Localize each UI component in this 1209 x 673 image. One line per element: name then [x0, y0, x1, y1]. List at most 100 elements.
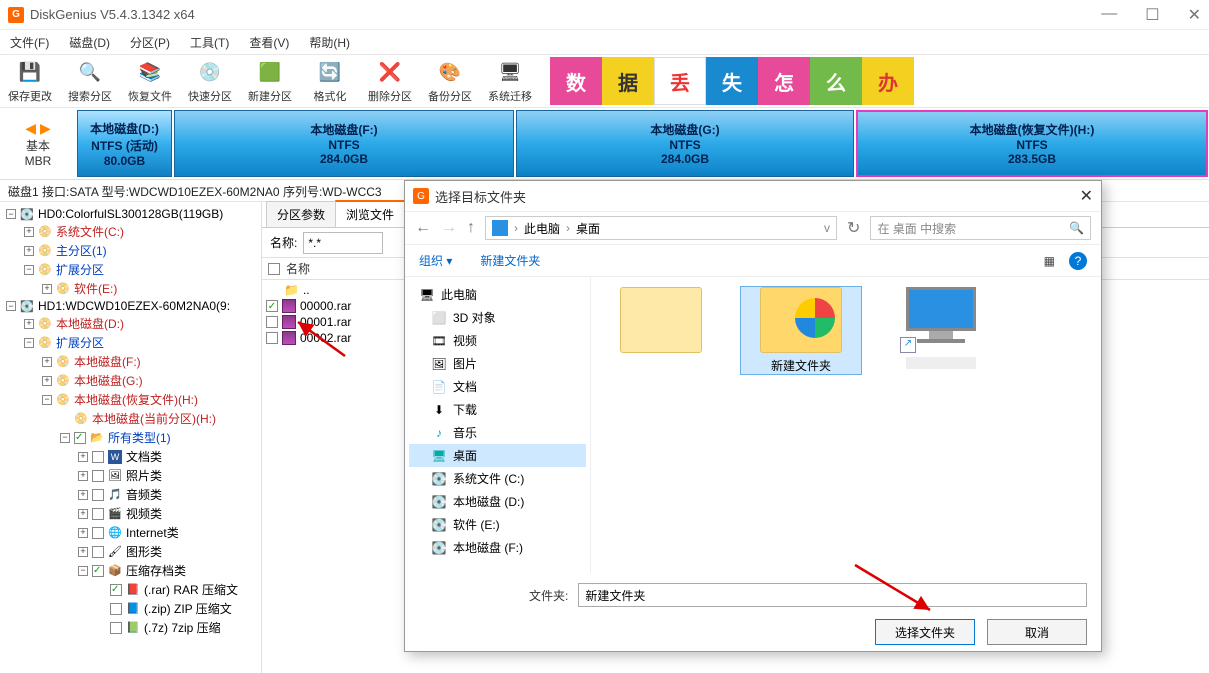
- partition-g[interactable]: 本地磁盘(G:) NTFS 284.0GB: [516, 110, 854, 177]
- desktop-item-3[interactable]: ↗: [881, 287, 1001, 369]
- expand-icon[interactable]: +: [42, 357, 52, 367]
- tree-7z[interactable]: 📗(.7z) 7zip 压缩: [2, 618, 259, 637]
- tree-ext-1[interactable]: −📀扩展分区: [2, 333, 259, 352]
- tree-pic[interactable]: +🖼照片类: [2, 466, 259, 485]
- organize-button[interactable]: 组织 ▾: [419, 252, 452, 269]
- dialog-search-input[interactable]: 在 桌面 中搜索 🔍: [870, 216, 1091, 240]
- menu-help[interactable]: 帮助(H): [305, 32, 354, 53]
- cancel-button[interactable]: 取消: [987, 619, 1087, 645]
- side-drive-e[interactable]: 💽软件 (E:): [409, 513, 586, 536]
- checkbox-icon[interactable]: [110, 622, 122, 634]
- tree-h[interactable]: −📀本地磁盘(恢复文件)(H:): [2, 390, 259, 409]
- breadcrumb-desktop[interactable]: 桌面: [576, 220, 600, 237]
- checkbox-icon[interactable]: [74, 432, 86, 444]
- menu-tools[interactable]: 工具(T): [186, 32, 233, 53]
- checkbox-icon[interactable]: [92, 451, 104, 463]
- file-checkbox[interactable]: [266, 300, 278, 312]
- new-partition-button[interactable]: 🟩新建分区: [246, 59, 294, 104]
- expand-icon[interactable]: +: [78, 528, 88, 538]
- search-partition-button[interactable]: 🔍搜索分区: [66, 59, 114, 104]
- tree-hd0[interactable]: −💽HD0:ColorfulSL300128GB(119GB): [2, 206, 259, 222]
- menu-view[interactable]: 查看(V): [245, 32, 293, 53]
- side-drive-d[interactable]: 💽本地磁盘 (D:): [409, 490, 586, 513]
- expand-icon[interactable]: +: [78, 452, 88, 462]
- checkbox-icon[interactable]: [92, 546, 104, 558]
- maximize-button[interactable]: ☐: [1145, 5, 1159, 25]
- tree-d[interactable]: +📀本地磁盘(D:): [2, 314, 259, 333]
- collapse-icon[interactable]: −: [24, 265, 34, 275]
- expand-icon[interactable]: +: [24, 319, 34, 329]
- side-image[interactable]: 🖼图片: [409, 352, 586, 375]
- tree-h-current[interactable]: 📀本地磁盘(当前分区)(H:): [2, 409, 259, 428]
- nav-forward-button[interactable]: →: [441, 219, 457, 237]
- side-video[interactable]: 🎞视频: [409, 329, 586, 352]
- expand-icon[interactable]: +: [78, 547, 88, 557]
- folder-item-2-selected[interactable]: 新建文件夹: [741, 287, 861, 374]
- tree-aud[interactable]: +🎵音频类: [2, 485, 259, 504]
- nav-arrows[interactable]: ◀ ▶: [25, 120, 50, 137]
- side-drive-c[interactable]: 💽系统文件 (C:): [409, 467, 586, 490]
- partition-h-selected[interactable]: 本地磁盘(恢复文件)(H:) NTFS 283.5GB: [856, 110, 1208, 177]
- file-checkbox[interactable]: [266, 332, 278, 344]
- tab-browse-files[interactable]: 浏览文件: [335, 200, 405, 227]
- tree-rar[interactable]: 📕(.rar) RAR 压缩文: [2, 580, 259, 599]
- partition-f[interactable]: 本地磁盘(F:) NTFS 284.0GB: [174, 110, 514, 177]
- folder-item-1[interactable]: [601, 287, 721, 357]
- expand-icon[interactable]: +: [78, 509, 88, 519]
- partition-d[interactable]: 本地磁盘(D:) NTFS (活动) 80.0GB: [77, 110, 172, 177]
- side-doc[interactable]: 📄文档: [409, 375, 586, 398]
- recover-file-button[interactable]: 📚恢复文件: [126, 59, 174, 104]
- collapse-icon[interactable]: −: [24, 338, 34, 348]
- fast-partition-button[interactable]: 💿快速分区: [186, 59, 234, 104]
- expand-icon[interactable]: +: [24, 227, 34, 237]
- select-folder-button[interactable]: 选择文件夹: [875, 619, 975, 645]
- side-3d[interactable]: ⬜3D 对象: [409, 306, 586, 329]
- expand-icon[interactable]: +: [42, 376, 52, 386]
- tree-zip[interactable]: −📦压缩存档类: [2, 561, 259, 580]
- minimize-button[interactable]: —: [1101, 5, 1117, 25]
- checkbox-icon[interactable]: [92, 527, 104, 539]
- tree-sys-c[interactable]: +📀系统文件(C:): [2, 222, 259, 241]
- tree-vid[interactable]: +🎬视频类: [2, 504, 259, 523]
- backup-partition-button[interactable]: 🎨备份分区: [426, 59, 474, 104]
- checkbox-icon[interactable]: [92, 565, 104, 577]
- save-button[interactable]: 💾保存更改: [6, 59, 54, 104]
- tree-primary[interactable]: +📀主分区(1): [2, 241, 259, 260]
- expand-icon[interactable]: +: [24, 246, 34, 256]
- tree-doc[interactable]: +W文档类: [2, 447, 259, 466]
- close-button[interactable]: ✕: [1188, 5, 1201, 25]
- collapse-icon[interactable]: −: [78, 566, 88, 576]
- collapse-icon[interactable]: −: [60, 433, 70, 443]
- side-music[interactable]: ♪音乐: [409, 421, 586, 444]
- tree-zip2[interactable]: 📘(.zip) ZIP 压缩文: [2, 599, 259, 618]
- tree-all-types[interactable]: −📂所有类型(1): [2, 428, 259, 447]
- nav-back-button[interactable]: ←: [415, 219, 431, 237]
- side-drive-f[interactable]: 💽本地磁盘 (F:): [409, 536, 586, 559]
- side-download[interactable]: ⬇下载: [409, 398, 586, 421]
- refresh-button[interactable]: ↻: [847, 218, 860, 238]
- expand-icon[interactable]: +: [78, 490, 88, 500]
- delete-partition-button[interactable]: ❌删除分区: [366, 59, 414, 104]
- tree-soft-e[interactable]: +📀软件(E:): [2, 279, 259, 298]
- checkbox-icon[interactable]: [92, 470, 104, 482]
- tree-net[interactable]: +🌐Internet类: [2, 523, 259, 542]
- checkbox-icon[interactable]: [110, 603, 122, 615]
- collapse-icon[interactable]: −: [6, 209, 16, 219]
- tree-gfx[interactable]: +🖌图形类: [2, 542, 259, 561]
- migrate-button[interactable]: 🖥系统迁移: [486, 59, 534, 104]
- help-button[interactable]: ?: [1069, 252, 1087, 270]
- menu-file[interactable]: 文件(F): [6, 32, 53, 53]
- collapse-icon[interactable]: −: [42, 395, 52, 405]
- breadcrumb-pc[interactable]: 此电脑: [524, 220, 560, 237]
- expand-icon[interactable]: +: [78, 471, 88, 481]
- checkbox-icon[interactable]: [92, 489, 104, 501]
- select-all-checkbox[interactable]: [268, 263, 280, 275]
- nav-up-button[interactable]: ↑: [467, 219, 475, 237]
- side-desktop-selected[interactable]: 🖥桌面: [409, 444, 586, 467]
- file-checkbox[interactable]: [266, 316, 278, 328]
- tab-partition-params[interactable]: 分区参数: [266, 201, 336, 227]
- dialog-close-button[interactable]: ✕: [1080, 186, 1093, 206]
- expand-icon[interactable]: +: [42, 284, 52, 294]
- tree-f[interactable]: +📀本地磁盘(F:): [2, 352, 259, 371]
- new-folder-button[interactable]: 新建文件夹: [480, 252, 540, 269]
